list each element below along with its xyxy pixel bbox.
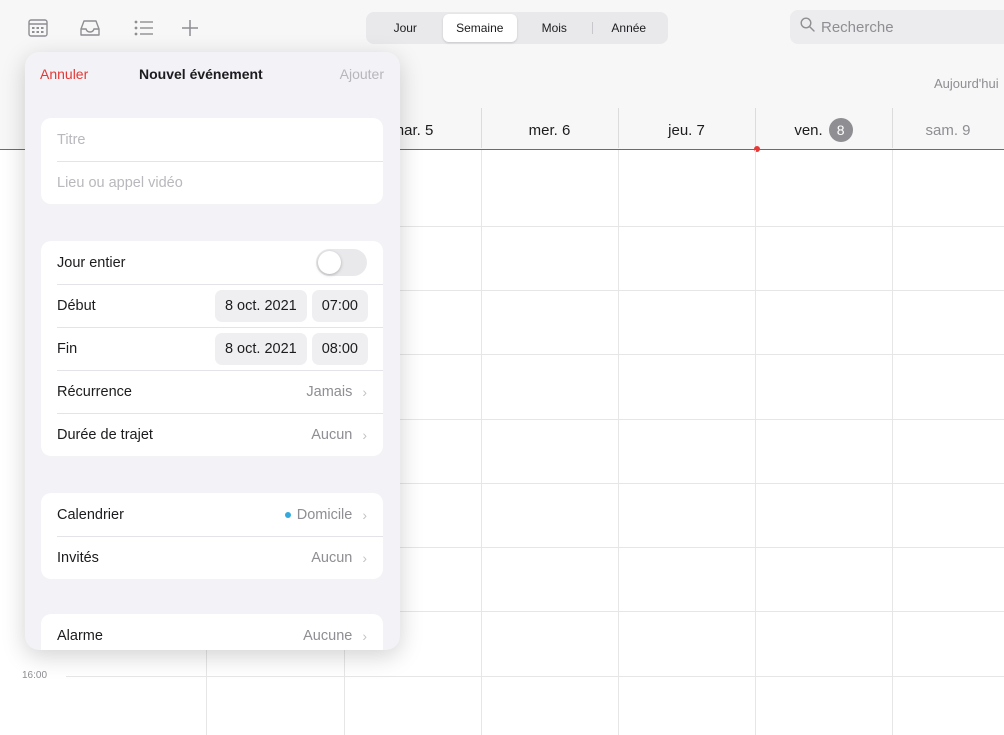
add-button[interactable]: Ajouter xyxy=(340,66,384,82)
location-input[interactable] xyxy=(57,174,367,191)
invitees-value: Aucun xyxy=(311,549,353,566)
inbox-icon[interactable] xyxy=(76,14,104,42)
list-icon[interactable] xyxy=(130,14,158,42)
calendar-label: Calendrier xyxy=(57,506,124,523)
calendar-row[interactable]: Calendrier Domicile › xyxy=(41,493,383,536)
grid-column-line xyxy=(481,150,482,735)
travel-time-row[interactable]: Durée de trajet Aucun › xyxy=(41,413,383,456)
recurrence-row[interactable]: Récurrence Jamais › xyxy=(41,370,383,413)
add-icon[interactable] xyxy=(176,14,204,42)
new-event-popover: Annuler Nouvel événement Ajouter Jour en… xyxy=(25,52,400,650)
popover-title: Nouvel événement xyxy=(139,66,263,82)
day-label: sam. 9 xyxy=(925,121,971,139)
all-day-toggle[interactable] xyxy=(316,249,367,276)
view-year-button[interactable]: Année xyxy=(591,14,667,42)
travel-time-label: Durée de trajet xyxy=(57,426,153,443)
end-label: Fin xyxy=(57,340,78,357)
alarm-value: Aucune xyxy=(303,627,353,644)
invitees-row[interactable]: Invités Aucun › xyxy=(41,536,383,579)
search-icon xyxy=(800,17,815,37)
view-month-button[interactable]: Mois xyxy=(517,14,592,42)
alarm-row[interactable]: Alarme Aucune › xyxy=(41,614,383,650)
start-date-button[interactable]: 8 oct. 2021 xyxy=(214,289,307,322)
chevron-right-icon: › xyxy=(362,506,367,523)
grid-column-line xyxy=(618,150,619,735)
grid-hour-line xyxy=(66,676,1004,677)
dates-group: Jour entier Début 8 oct. 2021 07:00 Fin … xyxy=(41,241,383,456)
day-label: jeu. 7 xyxy=(668,121,705,139)
search-input[interactable] xyxy=(821,18,1001,36)
cancel-button[interactable]: Annuler xyxy=(40,66,88,82)
day-label: mer. 6 xyxy=(528,121,571,139)
location-row xyxy=(41,161,383,204)
grid-column-line xyxy=(892,150,893,735)
day-header-fri[interactable]: ven. 8 xyxy=(755,118,892,142)
calendar-value: Domicile xyxy=(296,506,353,523)
chevron-right-icon: › xyxy=(362,549,367,566)
search-field xyxy=(790,10,1004,44)
calendar-color-dot xyxy=(284,511,291,518)
today-badge: 8 xyxy=(828,118,853,142)
alarm-group: Alarme Aucune › xyxy=(41,614,383,650)
popover-header: Annuler Nouvel événement Ajouter xyxy=(25,52,400,98)
end-row: Fin 8 oct. 2021 08:00 xyxy=(41,327,383,370)
title-input[interactable] xyxy=(57,131,367,148)
all-day-row: Jour entier xyxy=(41,241,383,284)
invitees-label: Invités xyxy=(57,549,99,566)
chevron-right-icon: › xyxy=(362,426,367,443)
start-row: Début 8 oct. 2021 07:00 xyxy=(41,284,383,327)
recurrence-value: Jamais xyxy=(306,383,353,400)
travel-time-value: Aucun xyxy=(311,426,353,443)
chevron-right-icon: › xyxy=(362,627,367,644)
chevron-right-icon: › xyxy=(362,383,367,400)
calendar-group: Calendrier Domicile › Invités Aucun › xyxy=(41,493,383,579)
title-row xyxy=(41,118,383,161)
start-time-button[interactable]: 07:00 xyxy=(311,289,368,322)
all-day-label: Jour entier xyxy=(57,254,126,271)
view-switcher: Jour Semaine Mois Année xyxy=(366,12,668,44)
end-time-button[interactable]: 08:00 xyxy=(311,332,368,365)
title-location-group xyxy=(41,118,383,204)
day-header-sat[interactable]: sam. 9 xyxy=(892,118,1004,142)
view-day-button[interactable]: Jour xyxy=(368,14,443,42)
start-label: Début xyxy=(57,297,96,314)
recurrence-label: Récurrence xyxy=(57,383,132,400)
today-button[interactable]: Aujourd'hui xyxy=(934,76,999,91)
alarm-label: Alarme xyxy=(57,627,103,644)
day-header-thu[interactable]: jeu. 7 xyxy=(618,118,755,142)
grid-column-line xyxy=(755,150,756,735)
toggle-knob xyxy=(318,251,341,274)
calendars-icon[interactable] xyxy=(24,14,52,42)
day-label: ven. xyxy=(794,121,823,139)
day-header-wed[interactable]: mer. 6 xyxy=(481,118,618,142)
hour-label: 16:00 xyxy=(22,670,48,681)
end-date-button[interactable]: 8 oct. 2021 xyxy=(214,332,307,365)
view-week-button[interactable]: Semaine xyxy=(442,14,517,42)
